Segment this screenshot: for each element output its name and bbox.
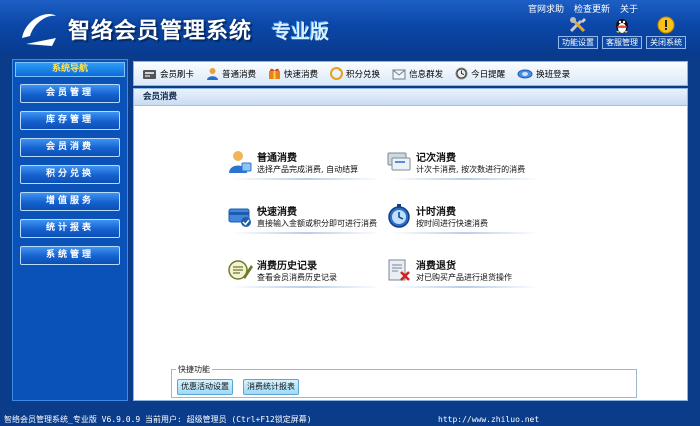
- logo-icon: [22, 14, 56, 46]
- history-stamp-icon: [228, 260, 253, 280]
- about-link[interactable]: 关于: [620, 2, 638, 15]
- warning-icon: [657, 16, 675, 34]
- card-stack-icon: [387, 152, 411, 171]
- person-shopping-icon: [229, 151, 252, 173]
- content-title: 会员消费: [134, 89, 687, 106]
- stopwatch-icon: [388, 204, 410, 228]
- app-header: 智络会员管理系统 专业版 官网求助 检查更新 关于 功能设置 客服管理 关闭系统: [0, 0, 700, 56]
- return-doc-icon: [388, 259, 410, 281]
- sidebar-item-member-consumption[interactable]: 会员消费: [20, 138, 120, 157]
- sidebar-item-statistics-reports[interactable]: 统计报表: [20, 219, 120, 238]
- website-link[interactable]: http://www.zhiluo.net: [438, 413, 539, 426]
- qq-penguin-icon: [616, 19, 628, 33]
- option-consumption-history[interactable]: 消费历史记录 查看会员消费历史记录: [227, 257, 381, 289]
- help-link[interactable]: 官网求助: [528, 2, 564, 15]
- sidebar-item-value-added-services[interactable]: 增值服务: [20, 192, 120, 211]
- sidebar-item-system-management[interactable]: 系统管理: [20, 246, 120, 265]
- toolbar-today-reminder-button[interactable]: 今日提醒: [455, 67, 505, 80]
- content-panel: 会员消费 普通消费 选择产品完成消费, 自动结算 记次消费 计次卡消费, 按次数…: [133, 88, 688, 401]
- app-edition: 专业版: [272, 21, 330, 43]
- option-normal-consumption[interactable]: 普通消费 选择产品完成消费, 自动结算: [227, 149, 381, 181]
- toolbar-mass-message-button[interactable]: 信息群发: [392, 68, 443, 80]
- sidebar-item-points-exchange[interactable]: 积分兑换: [20, 165, 120, 184]
- check-update-link[interactable]: 检查更新: [574, 2, 610, 15]
- status-bar: 智络会员管理系统_专业版 V6.9.0.9 当前用户: 超级管理员 (Ctrl+…: [0, 413, 700, 426]
- sidebar: 系统导航 会员管理 库存管理 会员消费 积分兑换 增值服务 统计报表 系统管理: [12, 59, 128, 401]
- rotate-icon: [517, 69, 533, 78]
- sidebar-item-inventory-management[interactable]: 库存管理: [20, 111, 120, 130]
- refresh-coin-icon: [330, 67, 344, 80]
- toolbar: 会员刷卡 普通消费 快速消费 积分兑换 信息群发 今日提醒 换班登录: [133, 61, 688, 86]
- close-system-button[interactable]: 关闭系统: [646, 16, 686, 49]
- toolbar-normal-consumption-button[interactable]: 普通消费: [206, 67, 256, 80]
- toolbar-quick-consumption-button[interactable]: 快速消费: [268, 67, 318, 80]
- consumption-report-button[interactable]: 消费统计报表: [243, 379, 299, 395]
- status-text: 智络会员管理系统_专业版 V6.9.0.9 当前用户: 超级管理员 (Ctrl+…: [4, 415, 312, 424]
- clock-icon: [455, 67, 468, 80]
- toolbar-member-swipe-button[interactable]: 会员刷卡: [142, 68, 194, 80]
- option-timed-consumption[interactable]: 计时消费 按时间进行快速消费: [386, 203, 540, 235]
- option-quick-consumption[interactable]: 快速消费 直接输入金额或积分即可进行消费: [227, 203, 381, 235]
- card-reader-icon: [143, 69, 156, 79]
- person-icon: [207, 68, 219, 80]
- sidebar-item-member-management[interactable]: 会员管理: [20, 84, 120, 103]
- quick-functions-legend: 快捷功能: [176, 364, 212, 375]
- toolbar-shift-login-button[interactable]: 换班登录: [517, 68, 570, 80]
- sidebar-title: 系统导航: [15, 62, 125, 77]
- settings-button[interactable]: 功能设置: [558, 16, 598, 49]
- promotion-settings-button[interactable]: 优惠活动设置: [177, 379, 233, 395]
- quick-functions-group: 快捷功能 优惠活动设置 消费统计报表: [171, 364, 637, 398]
- option-count-consumption[interactable]: 记次消费 计次卡消费, 按次数进行的消费: [386, 149, 540, 181]
- top-links: 官网求助 检查更新 关于: [528, 2, 638, 15]
- sidebar-menu: 会员管理 库存管理 会员消费 积分兑换 增值服务 统计报表 系统管理: [13, 84, 127, 265]
- envelope-icon: [392, 69, 406, 79]
- option-consumption-return[interactable]: 消费退货 对已购买产品进行退货操作: [386, 257, 540, 289]
- customer-service-button[interactable]: 客服管理: [602, 16, 642, 49]
- card-edit-icon: [228, 208, 251, 227]
- app-title: 智络会员管理系统: [68, 19, 253, 44]
- gift-box-icon: [269, 68, 281, 79]
- tools-icon: [569, 17, 586, 33]
- toolbar-points-exchange-button[interactable]: 积分兑换: [330, 67, 380, 80]
